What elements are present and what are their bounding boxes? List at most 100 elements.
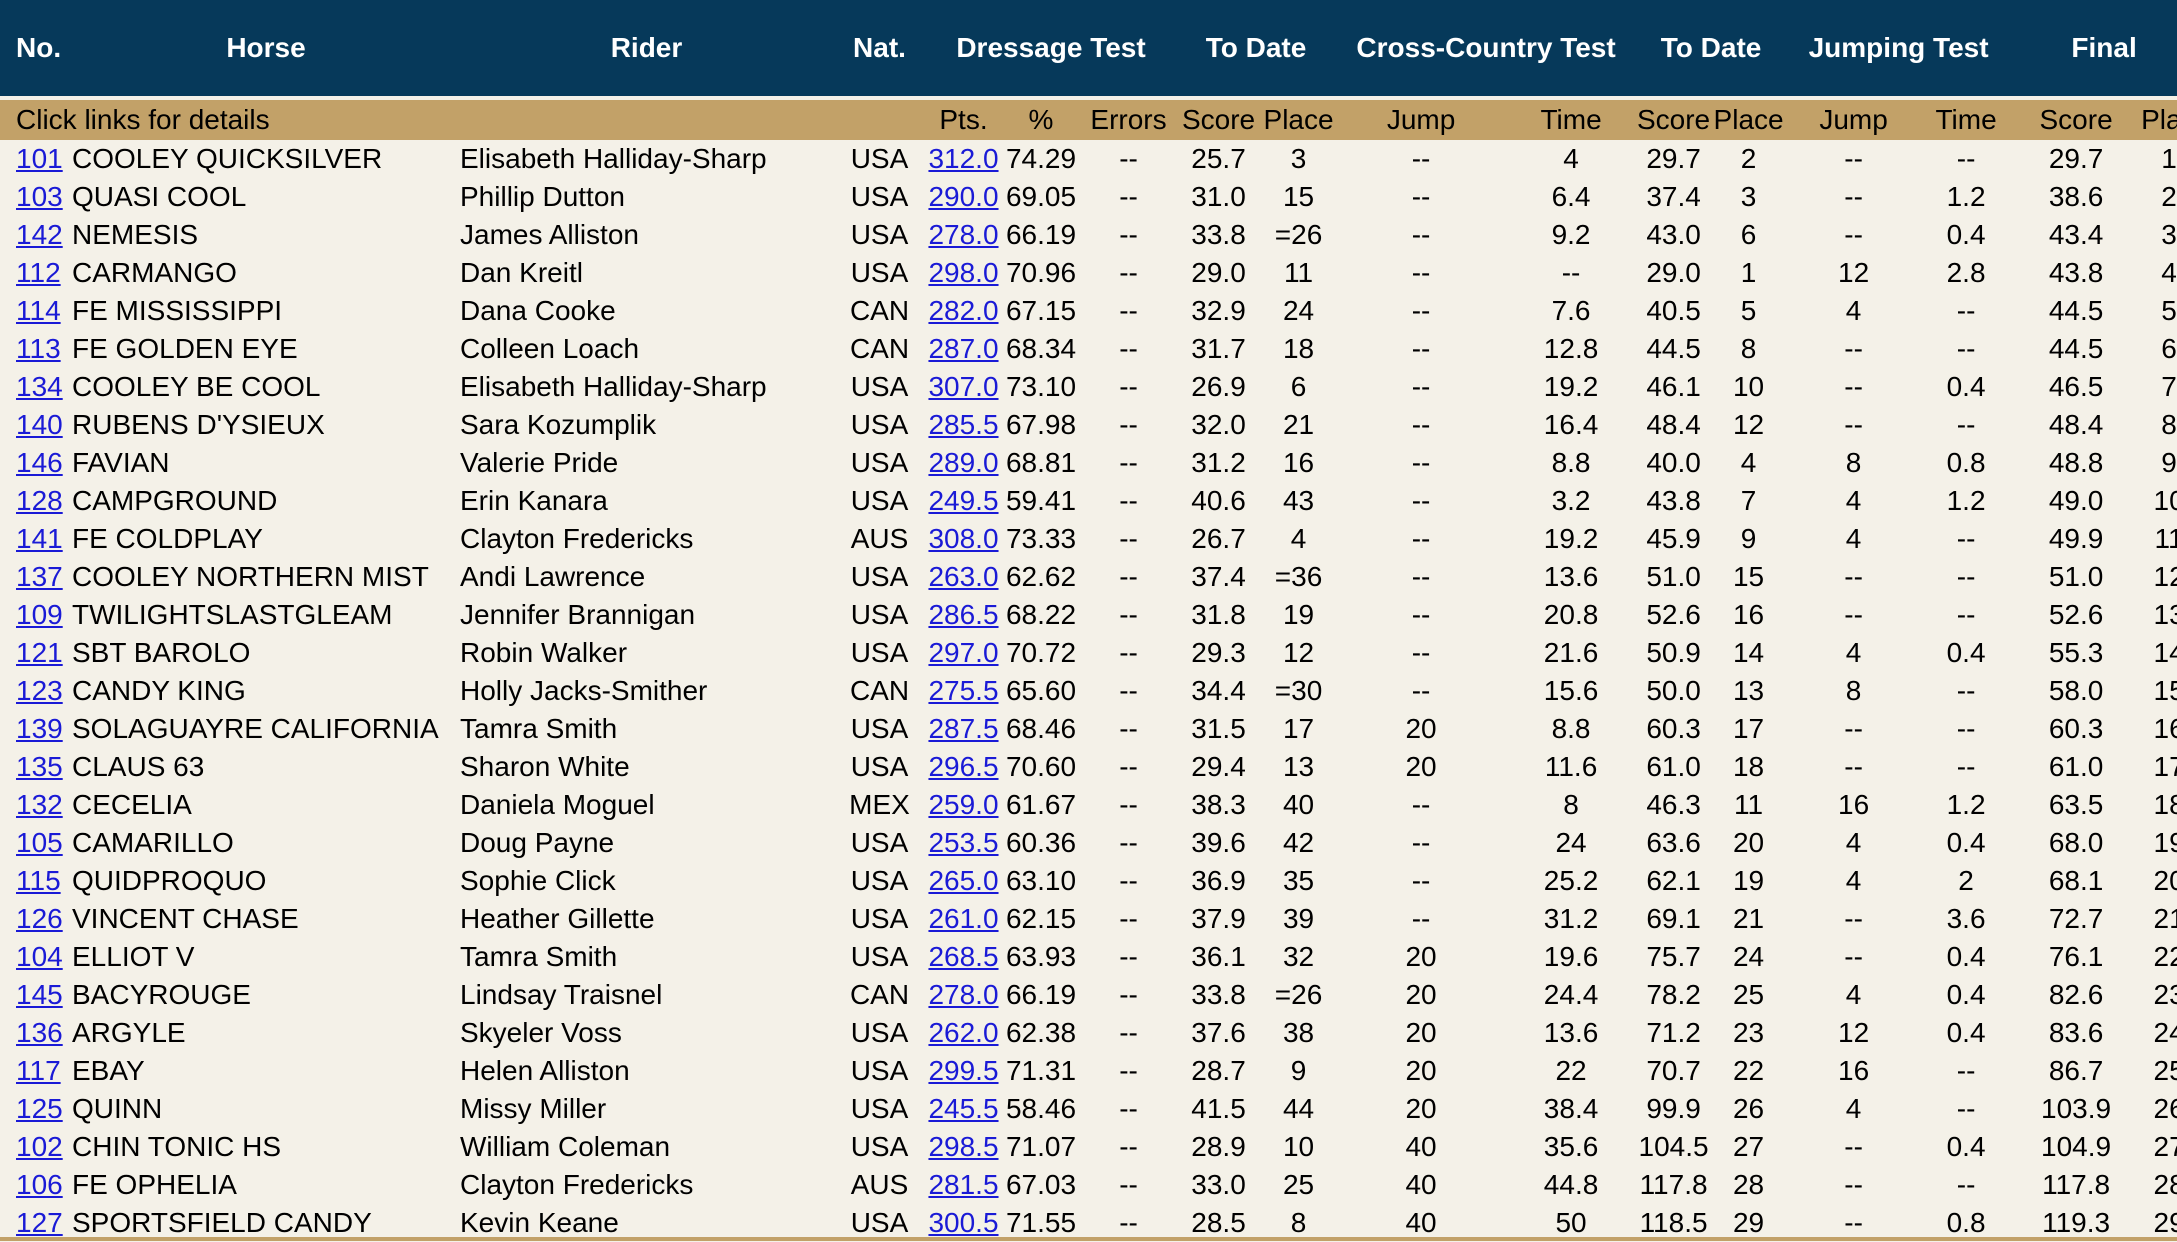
dressage-points-link[interactable]: 298.0 xyxy=(928,257,998,288)
dressage-points-link[interactable]: 262.0 xyxy=(928,1017,998,1048)
dressage-points-link[interactable]: 286.5 xyxy=(928,599,998,630)
entry-number-link[interactable]: 103 xyxy=(16,181,63,212)
dressage-points-link[interactable]: 275.5 xyxy=(928,675,998,706)
xc-time: 38.4 xyxy=(1543,1093,1599,1124)
xc-score: 46.3 xyxy=(1646,789,1701,820)
dressage-errors: -- xyxy=(1119,1017,1138,1048)
nationality: USA xyxy=(850,1017,909,1048)
sj-jump: 16 xyxy=(1838,1055,1870,1086)
entry-number-link[interactable]: 132 xyxy=(16,789,63,820)
entry-number-link[interactable]: 105 xyxy=(16,827,63,858)
table-row: 105 CAMARILLO Doug Payne USA 253.5 60.36 -- 39.… xyxy=(0,824,2177,862)
entry-number-link[interactable]: 123 xyxy=(16,675,63,706)
dressage-place: 16 xyxy=(1282,447,1315,478)
dressage-place: =26 xyxy=(1274,219,1323,250)
header-rider: Rider xyxy=(460,0,833,100)
entry-number-link[interactable]: 102 xyxy=(16,1131,63,1162)
entry-number-link[interactable]: 109 xyxy=(16,599,63,630)
dressage-points-link[interactable]: 296.5 xyxy=(928,751,998,782)
entry-number-link[interactable]: 115 xyxy=(16,865,61,896)
dressage-points-link[interactable]: 278.0 xyxy=(928,219,998,250)
entry-number-link[interactable]: 134 xyxy=(16,371,63,402)
dressage-points-link[interactable]: 287.0 xyxy=(928,333,998,364)
table-row: 104 ELLIOT V Tamra Smith USA 268.5 63.93 -- 36.… xyxy=(0,938,2177,976)
dressage-points-link[interactable]: 263.0 xyxy=(928,561,998,592)
dressage-points-link[interactable]: 307.0 xyxy=(928,371,998,402)
sj-jump: -- xyxy=(1844,143,1863,174)
rider-name: Colleen Loach xyxy=(460,333,640,364)
dressage-points-link[interactable]: 249.5 xyxy=(928,485,998,516)
dressage-score: 37.4 xyxy=(1191,561,1246,592)
dressage-percent: 59.41 xyxy=(1005,485,1077,516)
entry-number-link[interactable]: 136 xyxy=(16,1017,63,1048)
dressage-points-cell: 297.0 xyxy=(926,634,1001,672)
dressage-points-link[interactable]: 281.5 xyxy=(928,1169,998,1200)
final-score: 38.6 xyxy=(2048,181,2104,212)
dressage-points-link[interactable]: 299.5 xyxy=(928,1055,998,1086)
dressage-points-link[interactable]: 287.5 xyxy=(928,713,998,744)
dressage-place: 24 xyxy=(1282,295,1315,326)
entry-number-link[interactable]: 106 xyxy=(16,1169,63,1200)
entry-number-link[interactable]: 112 xyxy=(16,257,61,288)
header-to-date-cross-country: To Date xyxy=(1636,0,1787,100)
dressage-points-link[interactable]: 290.0 xyxy=(928,181,998,212)
final-place: 12 xyxy=(2153,561,2177,592)
entry-number-link[interactable]: 142 xyxy=(16,219,63,250)
dressage-place: =30 xyxy=(1274,675,1323,706)
xc-place: 17 xyxy=(1732,713,1765,744)
entry-number-link[interactable]: 113 xyxy=(16,333,61,364)
dressage-points-link[interactable]: 278.0 xyxy=(928,979,998,1010)
entry-number-cell: 102 xyxy=(0,1128,72,1166)
dressage-points-cell: 298.5 xyxy=(926,1128,1001,1166)
sj-time: -- xyxy=(1956,599,1976,630)
dressage-points-link[interactable]: 261.0 xyxy=(928,903,998,934)
entry-number-link[interactable]: 137 xyxy=(16,561,63,592)
entry-number-link[interactable]: 114 xyxy=(16,295,61,326)
dressage-points-link[interactable]: 308.0 xyxy=(928,523,998,554)
dressage-points-link[interactable]: 312.0 xyxy=(928,143,998,174)
rider-name: Valerie Pride xyxy=(460,447,619,478)
entry-number-link[interactable]: 135 xyxy=(16,751,63,782)
dressage-score: 31.8 xyxy=(1191,599,1246,630)
xc-score: 104.5 xyxy=(1638,1131,1709,1162)
entry-number-cell: 113 xyxy=(0,330,72,368)
header-nat: Nat. xyxy=(833,0,926,100)
dressage-points-link[interactable]: 259.0 xyxy=(928,789,998,820)
entry-number-link[interactable]: 146 xyxy=(16,447,63,478)
nationality: USA xyxy=(850,903,909,934)
dressage-points-link[interactable]: 297.0 xyxy=(928,637,998,668)
dressage-points-link[interactable]: 282.0 xyxy=(928,295,998,326)
dressage-points-link[interactable]: 268.5 xyxy=(928,941,998,972)
dressage-points-link[interactable]: 265.0 xyxy=(928,865,998,896)
dressage-points-link[interactable]: 245.5 xyxy=(928,1093,998,1124)
rider-name: Elisabeth Halliday-Sharp xyxy=(460,143,767,174)
entry-number-link[interactable]: 121 xyxy=(16,637,63,668)
entry-number-link[interactable]: 145 xyxy=(16,979,63,1010)
entry-number-link[interactable]: 140 xyxy=(16,409,63,440)
entry-number-link[interactable]: 127 xyxy=(16,1207,63,1238)
sj-time: 2.8 xyxy=(1946,257,1986,288)
entry-number-link[interactable]: 126 xyxy=(16,903,63,934)
dressage-points-link[interactable]: 300.5 xyxy=(928,1207,998,1238)
entry-number-link[interactable]: 128 xyxy=(16,485,63,516)
sj-jump: 16 xyxy=(1838,789,1870,820)
dressage-points-link[interactable]: 253.5 xyxy=(928,827,998,858)
entry-number-link[interactable]: 104 xyxy=(16,941,63,972)
dressage-points-link[interactable]: 289.0 xyxy=(928,447,998,478)
dressage-points-link[interactable]: 285.5 xyxy=(928,409,998,440)
entry-number-link[interactable]: 139 xyxy=(16,713,63,744)
dressage-score: 32.0 xyxy=(1191,409,1246,440)
dressage-percent: 65.60 xyxy=(1005,675,1077,706)
entry-number-link[interactable]: 141 xyxy=(16,523,63,554)
subheader-jump-sj: Jump xyxy=(1786,98,1922,140)
xc-score: 50.9 xyxy=(1646,637,1701,668)
xc-jump: -- xyxy=(1411,181,1431,212)
horse-name: FE OPHELIA xyxy=(72,1169,237,1200)
entry-number-link[interactable]: 117 xyxy=(16,1055,61,1086)
dressage-points-link[interactable]: 298.5 xyxy=(928,1131,998,1162)
sj-time: 0.8 xyxy=(1946,447,1986,478)
final-place: 22 xyxy=(2153,941,2177,972)
entry-number-link[interactable]: 101 xyxy=(16,143,63,174)
entry-number-link[interactable]: 125 xyxy=(16,1093,63,1124)
dressage-errors: -- xyxy=(1119,1093,1138,1124)
